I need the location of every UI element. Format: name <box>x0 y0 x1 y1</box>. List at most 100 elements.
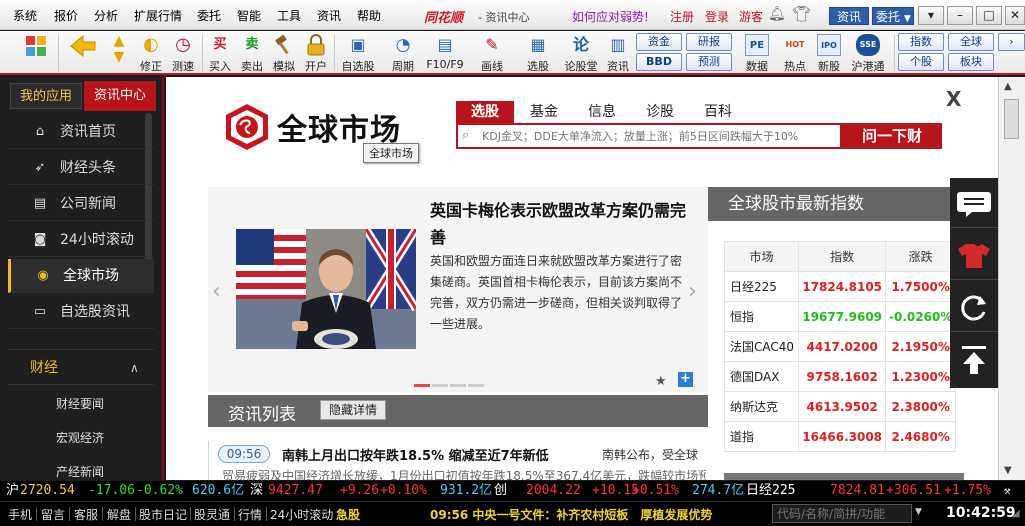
draw-line-button[interactable]: ✎ 画线 <box>472 31 512 75</box>
ask-button[interactable]: 问一下财 <box>842 123 942 149</box>
menu-system[interactable]: 系统 <box>13 7 37 24</box>
menu-smart[interactable]: 智能 <box>237 7 261 24</box>
news-mode-button[interactable]: 资讯 <box>829 7 869 25</box>
promo-link[interactable]: 如何应对弱势! <box>572 8 649 25</box>
add-plus-icon[interactable]: + <box>678 372 693 387</box>
stock-pick-button[interactable]: ▦ 选股 <box>518 31 558 75</box>
chevron-left-icon[interactable]: ‹ <box>212 279 221 304</box>
search-input[interactable] <box>482 126 842 146</box>
forum-button[interactable]: 论 论股堂 <box>562 31 600 75</box>
search-tab-diagnose[interactable]: 诊股 <box>636 101 684 123</box>
menu-analysis[interactable]: 分析 <box>94 7 118 24</box>
stock-button[interactable]: 个股 <box>898 53 944 71</box>
minimize-button[interactable]: – <box>947 6 973 25</box>
guest-link[interactable]: 游客 <box>739 8 763 25</box>
scroll-thumb[interactable] <box>1004 99 1019 139</box>
research-button[interactable]: 研报 <box>686 33 732 51</box>
window-menu-button[interactable]: ▾ <box>918 6 944 25</box>
status-gulingtong[interactable]: 股灵通 <box>194 506 230 523</box>
global-button[interactable]: 全球 <box>948 33 994 51</box>
register-link[interactable]: 注册 <box>670 8 694 25</box>
table-row[interactable]: 道指 16466.3008 2.4680% <box>724 421 956 452</box>
forecast-button[interactable]: 预测 <box>686 53 732 71</box>
correct-button[interactable]: ◐ 修正 <box>136 31 166 75</box>
headline-title[interactable]: 英国卡梅伦表示欧盟改革方案仍需完善 <box>430 197 698 251</box>
status-mobile[interactable]: 手机 <box>8 506 32 523</box>
carousel-dot[interactable] <box>468 384 484 387</box>
menu-help[interactable]: 帮助 <box>357 7 381 24</box>
login-link[interactable]: 登录 <box>705 8 729 25</box>
sell-button[interactable]: 卖 卖出 <box>238 31 266 75</box>
scroll-up-icon[interactable]: ▲ <box>1004 81 1012 92</box>
scroll-down-icon[interactable]: ▼ <box>1004 465 1012 476</box>
buy-button[interactable]: 买 买入 <box>206 31 234 75</box>
resize-grip-icon[interactable]: ◢ <box>1012 508 1020 519</box>
bell-icon[interactable]: 🔔︎ <box>768 6 786 22</box>
ipo-button[interactable]: IPO 新股 <box>814 31 844 75</box>
code-search-input[interactable] <box>772 504 912 523</box>
search-tab-fund[interactable]: 基金 <box>520 101 568 123</box>
sidebar-item-news-home[interactable]: ⌂ 资讯首页 <box>8 115 154 149</box>
chat-button[interactable] <box>950 178 998 228</box>
news-marquee[interactable]: 09:56 中央一号文件：补齐农村短板 厚植发展优势 <box>430 506 712 523</box>
wrench-icon[interactable]: ⚒ <box>1004 481 1011 501</box>
sidebar-subitem-industry[interactable]: 产经新闻 <box>56 463 104 480</box>
table-row[interactable]: 德国DAX 9758.1602 1.2300% <box>724 361 956 392</box>
toolbar-more-button[interactable]: › <box>998 33 1025 51</box>
open-account-button[interactable]: 开户 <box>302 31 330 75</box>
status-message[interactable]: 留言 <box>41 506 65 523</box>
simulate-button[interactable]: 模拟 <box>270 31 298 75</box>
carousel-dot[interactable] <box>432 384 448 387</box>
status-market-commentary[interactable]: 解盘 <box>107 506 131 523</box>
sh-hk-connect-button[interactable]: SSE 沪港通 <box>846 31 890 75</box>
search-tab-wiki[interactable]: 百科 <box>694 101 742 123</box>
search-tab-stock-pick[interactable]: 选股 <box>456 101 514 123</box>
hot-button[interactable]: HOT 热点 <box>778 31 812 75</box>
table-row[interactable]: 日经225 17824.8105 1.7500% <box>724 271 956 302</box>
sidebar-item-company-news[interactable]: ▤ 公司新闻 <box>8 187 154 221</box>
sector-button[interactable]: 板块 <box>948 53 994 71</box>
table-row[interactable]: 法国CAC40 4417.0200 2.1950% <box>724 331 956 362</box>
page-up-down-button[interactable]: ▲ ▼ <box>106 31 132 75</box>
back-to-top-button[interactable] <box>950 334 998 384</box>
capital-button[interactable]: 资金 <box>636 33 682 51</box>
search-tab-info[interactable]: 信息 <box>578 101 626 123</box>
sidebar-item-headlines[interactable]: ➶ 财经头条 <box>8 151 154 185</box>
refresh-button[interactable] <box>950 282 998 332</box>
skin-shirt-icon[interactable]: 👕︎ <box>792 5 811 23</box>
back-button[interactable] <box>64 31 98 75</box>
menu-tools[interactable]: 工具 <box>277 7 301 24</box>
table-row[interactable]: 纳斯达克 4613.9502 2.3800% <box>724 391 956 422</box>
tab-news-center[interactable]: 资讯中心 <box>84 81 156 111</box>
chevron-down-icon[interactable]: ▼ <box>915 507 922 517</box>
status-quotes[interactable]: 行情 <box>238 506 262 523</box>
sidebar-item-global-market[interactable]: ◉ 全球市场 <box>8 259 154 293</box>
maximize-button[interactable]: □ <box>976 6 1002 25</box>
close-icon[interactable]: X <box>946 87 961 111</box>
menu-quote[interactable]: 报价 <box>54 7 78 24</box>
trade-mode-button[interactable]: 委托 ▼ <box>872 7 914 25</box>
bbd-button[interactable]: BBD <box>636 53 682 71</box>
watchlist-button[interactable]: ▣ 自选股 <box>338 31 378 75</box>
sidebar-subitem-finance-news[interactable]: 财经要闻 <box>56 395 104 412</box>
menu-news[interactable]: 资讯 <box>317 7 341 24</box>
skin-button[interactable] <box>950 230 998 280</box>
favorite-star-icon[interactable]: ★ <box>655 374 667 389</box>
status-support[interactable]: 客服 <box>74 506 98 523</box>
menu-extended-quote[interactable]: 扩展行情 <box>134 7 182 24</box>
news-item-title[interactable]: 南韩上月出口按年跌18.5% 缩减至近7年新低 <box>282 445 549 464</box>
layout-button[interactable] <box>20 31 52 75</box>
menu-trade[interactable]: 委托 <box>197 7 221 24</box>
sidebar-item-24h-rolling[interactable]: ◙ 24小时滚动 <box>8 223 154 257</box>
data-button[interactable]: PE 数据 <box>740 31 774 75</box>
carousel-dot[interactable] <box>450 384 466 387</box>
sidebar-subitem-macro[interactable]: 宏观经济 <box>56 429 104 446</box>
sidebar-section-finance[interactable]: 财经 ∧ <box>8 349 154 385</box>
chevron-right-icon[interactable]: › <box>688 279 697 304</box>
status-24h-rolling[interactable]: 24小时滚动 <box>270 506 333 523</box>
index-button[interactable]: 指数 <box>898 33 944 51</box>
speed-test-button[interactable]: ◷ 测速 <box>168 31 198 75</box>
carousel-dot-active[interactable] <box>414 384 430 387</box>
period-button[interactable]: ◔ 周期 <box>384 31 422 75</box>
status-stock-diary[interactable]: 股市日记 <box>139 506 187 523</box>
